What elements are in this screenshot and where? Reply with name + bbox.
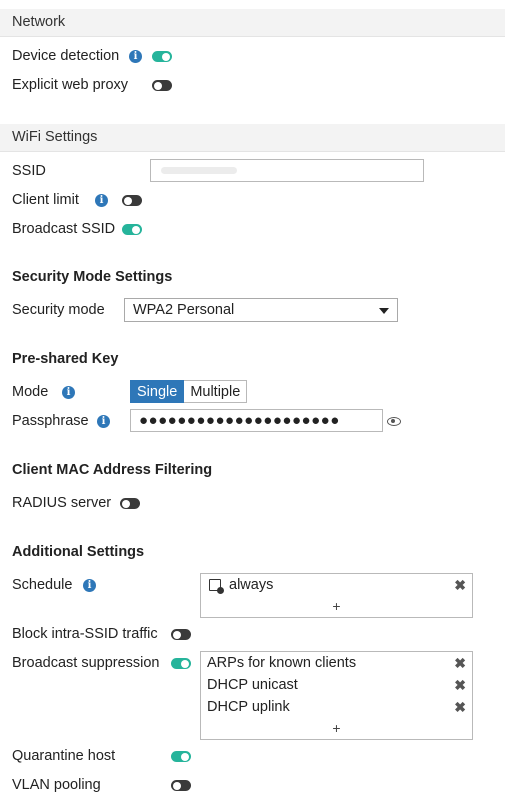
radius-server-label: RADIUS server: [12, 495, 112, 511]
explicit-web-proxy-toggle[interactable]: [152, 80, 172, 91]
mac-filtering-heading: Client MAC Address Filtering: [12, 462, 213, 478]
schedule-label: Schedule: [12, 577, 73, 593]
security-mode-heading: Security Mode Settings: [12, 269, 173, 285]
toggle-knob: [132, 225, 140, 234]
broadcast-suppression-label: Broadcast suppression: [12, 655, 160, 671]
broadcast-suppression-toggle[interactable]: [171, 658, 191, 669]
psk-mode-single-option[interactable]: Single: [130, 380, 185, 403]
toggle-knob: [154, 81, 162, 90]
schedule-list: always ✖ +: [200, 573, 473, 618]
quarantine-host-label: Quarantine host: [12, 748, 116, 764]
broadcast-suppression-list: ARPs for known clients ✖ DHCP unicast ✖ …: [200, 651, 473, 740]
chevron-down-icon: [379, 308, 389, 314]
list-item: ARPs for known clients: [207, 655, 357, 671]
block-intra-ssid-label: Block intra-SSID traffic: [12, 626, 158, 642]
psk-mode-multiple-option[interactable]: Multiple: [184, 380, 248, 403]
device-detection-toggle[interactable]: [152, 51, 172, 62]
network-section-header: Network: [0, 9, 505, 37]
toggle-knob: [173, 630, 181, 639]
device-detection-label: Device detection: [12, 48, 120, 64]
radius-server-toggle[interactable]: [120, 498, 140, 509]
security-mode-label: Security mode: [12, 302, 105, 318]
toggle-knob: [122, 499, 130, 508]
schedule-info-icon[interactable]: i: [83, 579, 96, 592]
additional-settings-heading: Additional Settings: [12, 544, 145, 560]
client-limit-info-icon[interactable]: i: [95, 194, 108, 207]
device-detection-info-icon[interactable]: i: [129, 50, 142, 63]
remove-schedule-close-icon[interactable]: ✖: [454, 577, 466, 594]
passphrase-input[interactable]: ●●●●●●●●●●●●●●●●●●●●●: [130, 409, 383, 432]
ssid-value-redacted: [161, 167, 237, 174]
broadcast-ssid-toggle[interactable]: [122, 224, 142, 235]
list-item: DHCP unicast: [207, 677, 298, 693]
security-mode-select[interactable]: WPA2 Personal: [124, 298, 398, 322]
add-schedule-plus-icon[interactable]: +: [201, 598, 472, 614]
passphrase-info-icon[interactable]: i: [97, 415, 110, 428]
security-mode-value: WPA2 Personal: [133, 302, 235, 318]
wifi-section-header: WiFi Settings: [0, 124, 505, 152]
psk-mode-label: Mode: [12, 384, 49, 400]
toggle-knob: [173, 781, 181, 790]
toggle-knob: [181, 659, 189, 668]
psk-heading: Pre-shared Key: [12, 351, 119, 367]
add-item-plus-icon[interactable]: +: [201, 720, 472, 736]
wifi-section-title: WiFi Settings: [12, 129, 98, 145]
broadcast-ssid-label: Broadcast SSID: [12, 221, 116, 237]
vlan-pooling-toggle[interactable]: [171, 780, 191, 791]
psk-mode-info-icon[interactable]: i: [62, 386, 75, 399]
remove-item-close-icon[interactable]: ✖: [454, 655, 466, 672]
explicit-web-proxy-label: Explicit web proxy: [12, 77, 129, 93]
ssid-input[interactable]: [150, 159, 424, 182]
psk-mode-segmented: Single Multiple: [130, 380, 248, 403]
schedule-calendar-icon: [209, 579, 224, 594]
toggle-knob: [124, 196, 132, 205]
quarantine-host-toggle[interactable]: [171, 751, 191, 762]
ssid-label: SSID: [12, 163, 46, 179]
schedule-item-always: always: [229, 577, 274, 593]
remove-item-close-icon[interactable]: ✖: [454, 699, 466, 716]
toggle-knob: [181, 752, 189, 761]
client-limit-toggle[interactable]: [122, 195, 142, 206]
client-limit-label: Client limit: [12, 192, 79, 208]
remove-item-close-icon[interactable]: ✖: [454, 677, 466, 694]
vlan-pooling-label: VLAN pooling: [12, 777, 101, 793]
network-section-title: Network: [12, 14, 66, 30]
passphrase-label: Passphrase: [12, 413, 89, 429]
passphrase-mask: ●●●●●●●●●●●●●●●●●●●●●: [139, 412, 340, 429]
block-intra-ssid-toggle[interactable]: [171, 629, 191, 640]
show-password-eye-icon[interactable]: [387, 417, 401, 426]
toggle-knob: [162, 52, 170, 61]
list-item: DHCP uplink: [207, 699, 290, 715]
